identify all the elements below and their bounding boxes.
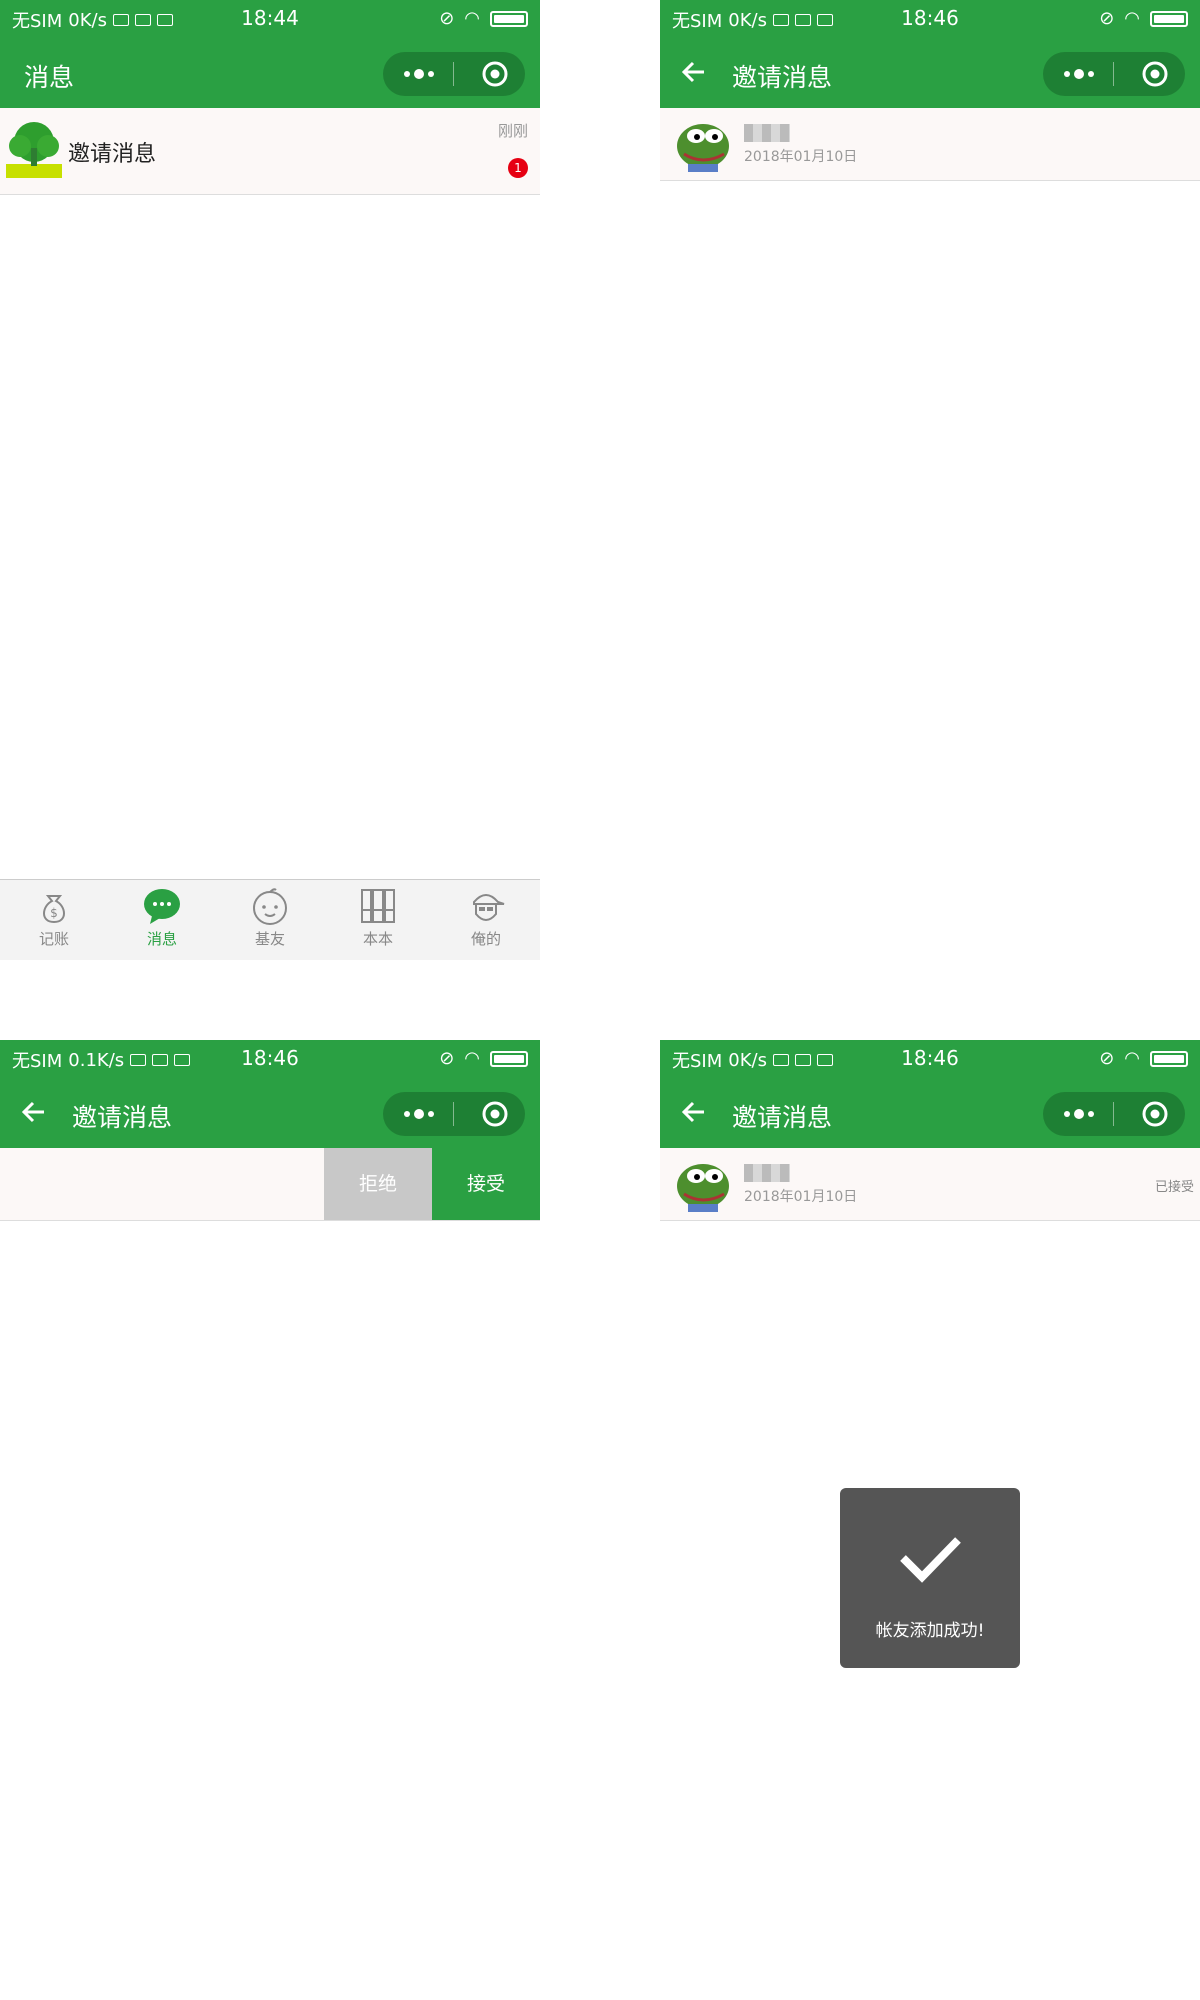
nav-bar: 邀请消息 [660, 36, 1200, 108]
baby-face-icon [253, 888, 287, 925]
page-title: 邀请消息 [732, 63, 833, 92]
tab-label: 俺的 [470, 930, 501, 948]
invite-row[interactable]: 2018年01月10日 已接受 [660, 1148, 1200, 1221]
svg-text:$: $ [50, 906, 58, 920]
blurred-username [744, 1164, 790, 1182]
checkmark-icon [900, 1537, 961, 1583]
mini-program-capsule [1043, 52, 1185, 96]
page-title: 消息 [24, 63, 75, 92]
mute-icon: ⊘ [439, 8, 455, 29]
mute-icon: ⊘ [1099, 8, 1115, 29]
more-icon[interactable] [1059, 52, 1099, 96]
mini-program-capsule [383, 52, 525, 96]
page-title: 邀请消息 [732, 1103, 833, 1132]
accept-button[interactable]: 接受 [432, 1148, 540, 1220]
tab-books[interactable]: 本本 [324, 886, 432, 949]
tab-label: 本本 [362, 930, 393, 948]
close-target-icon[interactable] [1141, 60, 1169, 88]
nav-bar: 邀请消息 [660, 1076, 1200, 1148]
invite-row[interactable]: 2018年01月10日 [660, 108, 1200, 181]
wifi-icon: ◠ [464, 1048, 480, 1069]
accepted-status: 已接受 [1154, 1180, 1194, 1195]
screen-invite-accepted: 无SIM 0K/s 18:46 ⊘ ◠ 邀请消息 2018年01月10日 已接受 帐… [660, 1040, 1200, 2000]
status-bar: 无SIM 0K/s 18:46 ⊘ ◠ [660, 1040, 1200, 1076]
list-item-title: 邀请消息 [68, 142, 157, 167]
nav-bar: 邀请消息 [0, 1076, 540, 1148]
wifi-icon: ◠ [1124, 1048, 1140, 1069]
status-bar: 无SIM 0K/s 18:46 ⊘ ◠ [660, 0, 1200, 36]
wifi-icon: ◠ [1124, 8, 1140, 29]
mini-program-capsule [383, 1092, 525, 1136]
invite-date: 2018年01月10日 [744, 149, 858, 165]
back-arrow-icon[interactable] [18, 1096, 50, 1128]
tab-label: 消息 [146, 930, 177, 948]
page-title: 邀请消息 [72, 1103, 173, 1132]
invite-row-swiped[interactable]: 拒绝 接受 [0, 1148, 540, 1221]
tab-label: 基友 [254, 930, 285, 948]
frog-avatar-icon [677, 124, 729, 172]
screen-invite-list: 无SIM 0K/s 18:46 ⊘ ◠ 邀请消息 2018年01月10日 [660, 0, 1200, 960]
tab-mine[interactable]: 俺的 [432, 886, 540, 949]
nav-bar: 消息 [0, 36, 540, 108]
tab-friends[interactable]: 基友 [216, 886, 324, 949]
success-toast: 帐友添加成功! [840, 1488, 1020, 1668]
list-item-time: 刚刚 [497, 122, 528, 140]
unread-badge: 1 [508, 158, 528, 178]
books-icon [361, 889, 395, 923]
tab-label: 记账 [38, 930, 69, 948]
screen-invite-swipe: 无SIM 0.1K/s 18:46 ⊘ ◠ 邀请消息 拒绝 接受 [0, 1040, 540, 2000]
blurred-username [744, 124, 790, 142]
status-bar: 无SIM 0K/s 18:44 ⊘ ◠ [0, 0, 540, 36]
wifi-icon: ◠ [464, 8, 480, 29]
tab-bar: $ 记账 消息 基友 本本 俺的 [0, 879, 540, 960]
back-arrow-icon[interactable] [678, 1096, 710, 1128]
more-icon[interactable] [399, 1092, 439, 1136]
reject-button[interactable]: 拒绝 [324, 1148, 432, 1220]
battery-icon [490, 10, 528, 27]
tab-messages[interactable]: 消息 [108, 886, 216, 949]
money-bag-icon: $ [43, 895, 65, 924]
close-target-icon[interactable] [1141, 1100, 1169, 1128]
frog-avatar-icon [677, 1164, 729, 1212]
mute-icon: ⊘ [439, 1048, 455, 1069]
mute-icon: ⊘ [1099, 1048, 1115, 1069]
battery-icon [1150, 1050, 1188, 1067]
tree-logo-icon [6, 122, 62, 178]
invite-date: 2018年01月10日 [744, 1189, 858, 1205]
back-arrow-icon[interactable] [678, 56, 710, 88]
more-icon[interactable] [399, 52, 439, 96]
mini-program-capsule [1043, 1092, 1185, 1136]
chat-bubble-icon [144, 889, 180, 924]
battery-icon [490, 1050, 528, 1067]
battery-icon [1150, 10, 1188, 27]
list-item-invite[interactable]: 邀请消息 刚刚 1 [0, 108, 540, 195]
close-target-icon[interactable] [481, 60, 509, 88]
status-bar: 无SIM 0.1K/s 18:46 ⊘ ◠ [0, 1040, 540, 1076]
cap-face-icon [473, 894, 505, 921]
more-icon[interactable] [1059, 1092, 1099, 1136]
close-target-icon[interactable] [481, 1100, 509, 1128]
screen-messages: 无SIM0K/s 18:44 ⊘◠ 消息 邀请消息 刚刚 1 $ 记账 消息 [0, 0, 540, 960]
tab-accounting[interactable]: $ 记账 [0, 886, 108, 949]
toast-message: 帐友添加成功! [875, 1621, 985, 1641]
